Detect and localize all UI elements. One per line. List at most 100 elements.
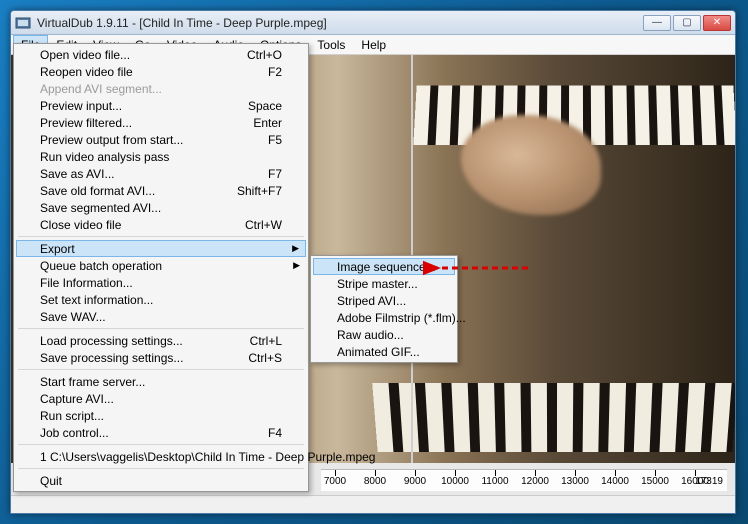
- menu-item-label: Run script...: [40, 409, 104, 423]
- video-content: [372, 383, 735, 452]
- menu-item-label: Append AVI segment...: [40, 82, 162, 96]
- menu-item-label: File Information...: [40, 276, 133, 290]
- app-icon: [15, 15, 31, 31]
- close-button[interactable]: ✕: [703, 15, 731, 31]
- menu-item-label: Capture AVI...: [40, 392, 114, 406]
- menu-item-label: Queue batch operation: [40, 259, 162, 273]
- menu-item[interactable]: Preview filtered... Enter: [16, 114, 306, 131]
- menu-item-label: Open video file...: [40, 48, 130, 62]
- menu-item[interactable]: Job control... F4: [16, 424, 306, 441]
- export-submenu: Image sequence... Stripe master... Striped…: [310, 255, 458, 363]
- menu-item-label: Preview output from start...: [40, 133, 183, 147]
- menu-shortcut: F4: [268, 426, 282, 440]
- timeline-tick-label: 8000: [364, 476, 386, 487]
- menu-item-label: Image sequence...: [337, 260, 436, 274]
- menu-item[interactable]: Export ▶: [16, 240, 306, 257]
- menu-item-label: Save processing settings...: [40, 351, 183, 365]
- menu-item-label: Job control...: [40, 426, 109, 440]
- menu-separator: [18, 444, 304, 445]
- menu-item-label: Quit: [40, 474, 62, 488]
- menu-item: Append AVI segment...: [16, 80, 306, 97]
- menu-item-label: Animated GIF...: [337, 345, 420, 359]
- menu-item[interactable]: Save old format AVI...Shift+F7: [16, 182, 306, 199]
- timeline[interactable]: 7000 8000 9000 10000 11000 12000 13000 14000 150…: [321, 469, 727, 491]
- menu-item[interactable]: File Information...: [16, 274, 306, 291]
- menu-item-label: Set text information...: [40, 293, 153, 307]
- file-menu-dropdown: Open video file...Ctrl+OReopen video fil…: [13, 43, 309, 492]
- menu-shortcut: Space: [248, 99, 282, 113]
- menu-item[interactable]: Start frame server...: [16, 373, 306, 390]
- menu-shortcut: F5: [268, 133, 282, 147]
- titlebar: VirtualDub 1.9.11 - [Child In Time - Dee…: [11, 11, 735, 35]
- menu-item[interactable]: Save processing settings... Ctrl+S: [16, 349, 306, 366]
- maximize-button[interactable]: ▢: [673, 15, 701, 31]
- timeline-tick-label: 10000: [441, 476, 469, 487]
- menu-item-label: Save as AVI...: [40, 167, 114, 181]
- menu-separator: [18, 468, 304, 469]
- menu-separator: [18, 328, 304, 329]
- menu-shortcut: Ctrl+O: [247, 48, 282, 62]
- menu-item[interactable]: Raw audio...: [313, 326, 455, 343]
- menu-item[interactable]: Preview output from start... F5: [16, 131, 306, 148]
- menu-item[interactable]: Save segmented AVI...: [16, 199, 306, 216]
- menu-item[interactable]: Image sequence...: [313, 258, 455, 275]
- menu-item[interactable]: Save WAV...: [16, 308, 306, 325]
- menu-shortcut: Ctrl+S: [248, 351, 282, 365]
- menu-item[interactable]: 1 C:\Users\vaggelis\Desktop\Child In Tim…: [16, 448, 306, 465]
- timeline-tick-label: 11000: [481, 476, 508, 487]
- timeline-tick-label: 12000: [521, 476, 549, 487]
- window-controls: ― ▢ ✕: [643, 15, 731, 31]
- timeline-tick-label: 9000: [404, 476, 426, 487]
- menu-item-label: Stripe master...: [337, 277, 418, 291]
- video-content: [461, 115, 601, 215]
- menu-item[interactable]: Load processing settings... Ctrl+L: [16, 332, 306, 349]
- menu-tools[interactable]: Tools: [309, 35, 353, 54]
- menu-shortcut: Shift+F7: [237, 184, 282, 198]
- menu-item[interactable]: Reopen video file F2: [16, 63, 306, 80]
- statusbar: [11, 495, 735, 513]
- menu-item[interactable]: Close video file Ctrl+W: [16, 216, 306, 233]
- menu-shortcut: F7: [268, 167, 282, 181]
- menu-item-label: Load processing settings...: [40, 334, 183, 348]
- menu-item[interactable]: Preview input... Space: [16, 97, 306, 114]
- menu-item-label: Run video analysis pass: [40, 150, 169, 164]
- submenu-arrow-icon: ▶: [293, 260, 300, 271]
- menu-item-label: Reopen video file: [40, 65, 133, 79]
- menu-item[interactable]: Animated GIF...: [313, 343, 455, 360]
- menu-item[interactable]: Run script...: [16, 407, 306, 424]
- menu-shortcut: F2: [268, 65, 282, 79]
- menu-item[interactable]: Run video analysis pass: [16, 148, 306, 165]
- menu-item[interactable]: Stripe master...: [313, 275, 455, 292]
- menu-shortcut: Enter: [253, 116, 282, 130]
- menu-item[interactable]: Queue batch operation ▶: [16, 257, 306, 274]
- menu-shortcut: Ctrl+W: [245, 218, 282, 232]
- menu-item[interactable]: Adobe Filmstrip (*.flm)...: [313, 309, 455, 326]
- menu-item-label: Preview input...: [40, 99, 122, 113]
- menu-item-label: Preview filtered...: [40, 116, 132, 130]
- menu-item[interactable]: Capture AVI...: [16, 390, 306, 407]
- menu-item-label: Adobe Filmstrip (*.flm)...: [337, 311, 466, 325]
- menu-help[interactable]: Help: [353, 35, 394, 54]
- menu-item-label: Striped AVI...: [337, 294, 406, 308]
- menu-item-label: 1 C:\Users\vaggelis\Desktop\Child In Tim…: [40, 450, 375, 464]
- timeline-tick-label: 15000: [641, 476, 669, 487]
- menu-item[interactable]: Open video file... Ctrl+O: [16, 46, 306, 63]
- submenu-arrow-icon: ▶: [292, 243, 299, 254]
- menu-item-label: Raw audio...: [337, 328, 404, 342]
- menu-separator: [18, 236, 304, 237]
- menu-item[interactable]: Striped AVI...: [313, 292, 455, 309]
- menu-item[interactable]: Quit: [16, 472, 306, 489]
- menu-item-label: Close video file: [40, 218, 121, 232]
- minimize-button[interactable]: ―: [643, 15, 671, 31]
- menu-item-label: Export: [40, 242, 75, 256]
- menu-shortcut: Ctrl+L: [250, 334, 282, 348]
- menu-item[interactable]: Save as AVI... F7: [16, 165, 306, 182]
- timeline-tick-label: 7000: [324, 476, 346, 487]
- timeline-tick-label: 14000: [601, 476, 629, 487]
- menu-item-label: Start frame server...: [40, 375, 145, 389]
- menu-item[interactable]: Set text information...: [16, 291, 306, 308]
- menu-separator: [18, 369, 304, 370]
- timeline-end-label: 17319: [695, 476, 723, 487]
- timeline-tick-label: 13000: [561, 476, 589, 487]
- menu-item-label: Save WAV...: [40, 310, 106, 324]
